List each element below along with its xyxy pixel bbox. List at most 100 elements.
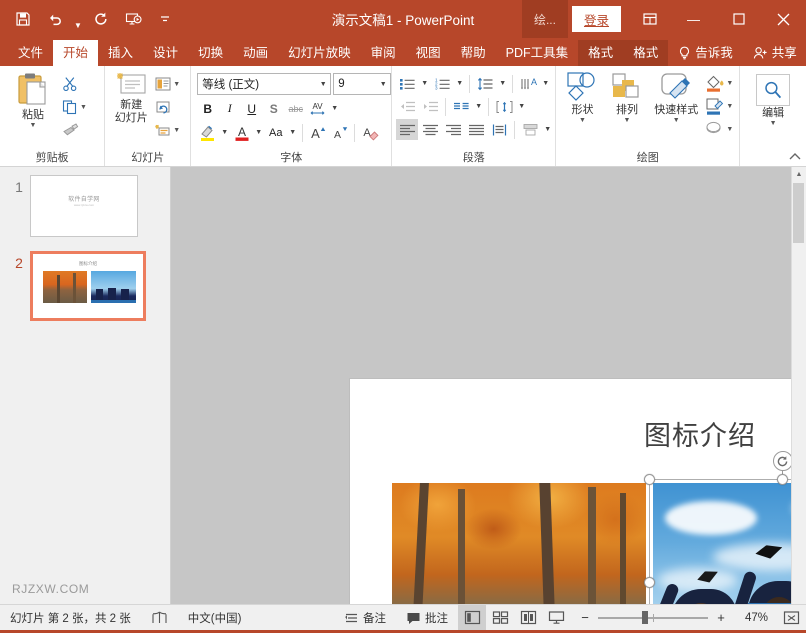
tab-shape-format[interactable]: 格式 (623, 40, 668, 66)
bold-button[interactable]: B (197, 98, 218, 119)
tell-me-search[interactable]: 告诉我 (668, 40, 743, 66)
slide-thumbnail-panel[interactable]: 1 软件自学网 www.rjzxw.com 2 图标介绍 (0, 167, 171, 604)
tab-pdf-tools[interactable]: PDF工具集 (496, 40, 579, 66)
canvas-vertical-scrollbar[interactable]: ▲ (791, 167, 806, 604)
shape-effects-button[interactable]: ▼ (703, 118, 735, 140)
font-name-combo[interactable]: 等线 (正文) ▼ (197, 73, 331, 95)
zoom-slider-knob[interactable] (642, 611, 648, 624)
paste-dropdown-icon[interactable]: ▼ (30, 122, 37, 129)
smartart-dropdown-icon[interactable]: ▼ (542, 119, 553, 140)
font-name-dropdown-icon[interactable]: ▼ (316, 81, 330, 88)
text-highlight-icon[interactable] (197, 122, 218, 143)
resize-handle-nw[interactable] (644, 474, 655, 485)
maximize-button[interactable] (716, 0, 761, 38)
align-text-dropdown-icon[interactable]: ▼ (516, 96, 527, 117)
bullet-list-icon[interactable] (396, 73, 418, 94)
undo-dropdown-icon[interactable]: ▼ (72, 2, 84, 37)
slideshow-view-icon[interactable] (542, 605, 570, 630)
smartart-icon[interactable] (519, 119, 541, 140)
line-spacing-icon[interactable] (474, 73, 496, 94)
strikethrough-button[interactable]: abc (285, 98, 306, 119)
italic-button[interactable]: I (219, 98, 240, 119)
copy-dropdown-icon[interactable]: ▼ (80, 104, 87, 111)
tab-home[interactable]: 开始 (53, 40, 98, 66)
tab-transitions[interactable]: 切换 (188, 40, 233, 66)
language-status[interactable]: 中文(中国) (178, 605, 252, 630)
tab-review[interactable]: 审阅 (361, 40, 406, 66)
clear-formatting-icon[interactable]: A (359, 122, 380, 143)
tab-help[interactable]: 帮助 (451, 40, 496, 66)
save-icon[interactable] (8, 5, 38, 33)
section-dropdown-icon[interactable]: ▼ (173, 127, 180, 134)
sign-in-button[interactable]: 登录 (572, 6, 621, 32)
scrollbar-thumb[interactable] (793, 183, 804, 243)
section-button[interactable]: ▼ (153, 119, 182, 141)
columns-icon[interactable] (450, 96, 472, 117)
numbered-list-icon[interactable]: 123 (431, 73, 453, 94)
align-center-icon[interactable] (419, 119, 441, 140)
tab-insert[interactable]: 插入 (98, 40, 143, 66)
cut-button[interactable] (60, 73, 89, 95)
thumbnail-slide-2[interactable]: 2 图标介绍 (0, 237, 170, 321)
shape-effects-dropdown-icon[interactable]: ▼ (726, 126, 733, 133)
tab-view[interactable]: 视图 (406, 40, 451, 66)
character-spacing-dropdown-icon[interactable]: ▼ (329, 98, 340, 119)
reading-view-icon[interactable] (514, 605, 542, 630)
font-size-combo[interactable]: 9 ▼ (333, 73, 391, 95)
resize-handle-n[interactable] (777, 474, 788, 485)
tab-design[interactable]: 设计 (143, 40, 188, 66)
shape-outline-button[interactable]: ▼ (703, 95, 735, 117)
scroll-up-arrow-icon[interactable]: ▲ (792, 167, 806, 181)
zoom-control[interactable]: − + 47% (570, 610, 776, 625)
slide-counter[interactable]: 幻灯片 第 2 张，共 2 张 (0, 605, 141, 630)
comments-button[interactable]: 批注 (396, 605, 458, 630)
zoom-in-button[interactable]: + (714, 610, 728, 625)
thumbnail-preview-1[interactable]: 软件自学网 www.rjzxw.com (30, 175, 138, 237)
shape-fill-button[interactable]: ▼ (703, 72, 735, 94)
increase-font-size-button[interactable]: A (307, 122, 328, 143)
align-right-icon[interactable] (442, 119, 464, 140)
shapes-button[interactable]: 形状 ▼ (560, 69, 604, 124)
edit-button[interactable]: 编辑 ▼ (750, 72, 796, 127)
accessibility-check-icon[interactable] (141, 605, 178, 630)
numbering-dropdown-icon[interactable]: ▼ (454, 73, 465, 94)
justify-icon[interactable] (465, 119, 487, 140)
slide-canvas[interactable]: 图标介绍 (171, 167, 806, 604)
share-button[interactable]: 共享 (743, 40, 806, 66)
image-selection-box[interactable] (649, 479, 806, 604)
tab-picture-format[interactable]: 格式 (578, 40, 623, 66)
collapse-ribbon-icon[interactable] (788, 150, 802, 164)
highlight-dropdown-icon[interactable]: ▼ (219, 122, 230, 143)
font-color-dropdown-icon[interactable]: ▼ (253, 122, 264, 143)
font-size-dropdown-icon[interactable]: ▼ (376, 81, 390, 88)
normal-view-icon[interactable] (458, 605, 486, 630)
rotate-handle[interactable] (773, 451, 793, 471)
layout-button[interactable]: ▼ (153, 73, 182, 95)
ribbon-display-options-icon[interactable] (629, 0, 671, 38)
thumbnail-preview-2[interactable]: 图标介绍 (30, 251, 146, 321)
text-direction-icon[interactable]: A (517, 73, 539, 94)
tab-animations[interactable]: 动画 (233, 40, 278, 66)
columns-dropdown-icon[interactable]: ▼ (473, 96, 484, 117)
tab-draw[interactable]: 绘... (522, 0, 568, 38)
text-shadow-button[interactable]: S (263, 98, 284, 119)
shapes-dropdown-icon[interactable]: ▼ (579, 117, 586, 124)
undo-icon[interactable] (40, 5, 70, 33)
align-text-box-icon[interactable] (493, 96, 515, 117)
underline-button[interactable]: U (241, 98, 262, 119)
redo-icon[interactable] (86, 5, 116, 33)
zoom-out-button[interactable]: − (578, 610, 592, 625)
close-button[interactable] (761, 0, 806, 38)
quick-styles-dropdown-icon[interactable]: ▼ (673, 117, 680, 124)
decrease-font-size-button[interactable]: A (329, 122, 350, 143)
shape-outline-dropdown-icon[interactable]: ▼ (726, 103, 733, 110)
paste-button[interactable]: 粘贴 ▼ (10, 70, 56, 129)
tab-slideshow[interactable]: 幻灯片放映 (278, 40, 361, 66)
notes-button[interactable]: 备注 (334, 605, 396, 630)
format-painter-button[interactable] (60, 119, 89, 141)
slideshow-icon[interactable] (118, 5, 148, 33)
customize-quick-access-icon[interactable] (150, 5, 180, 33)
new-slide-button[interactable]: 新建 幻灯片 (109, 70, 153, 124)
increase-indent-icon[interactable] (419, 96, 441, 117)
resize-handle-w[interactable] (644, 577, 655, 588)
